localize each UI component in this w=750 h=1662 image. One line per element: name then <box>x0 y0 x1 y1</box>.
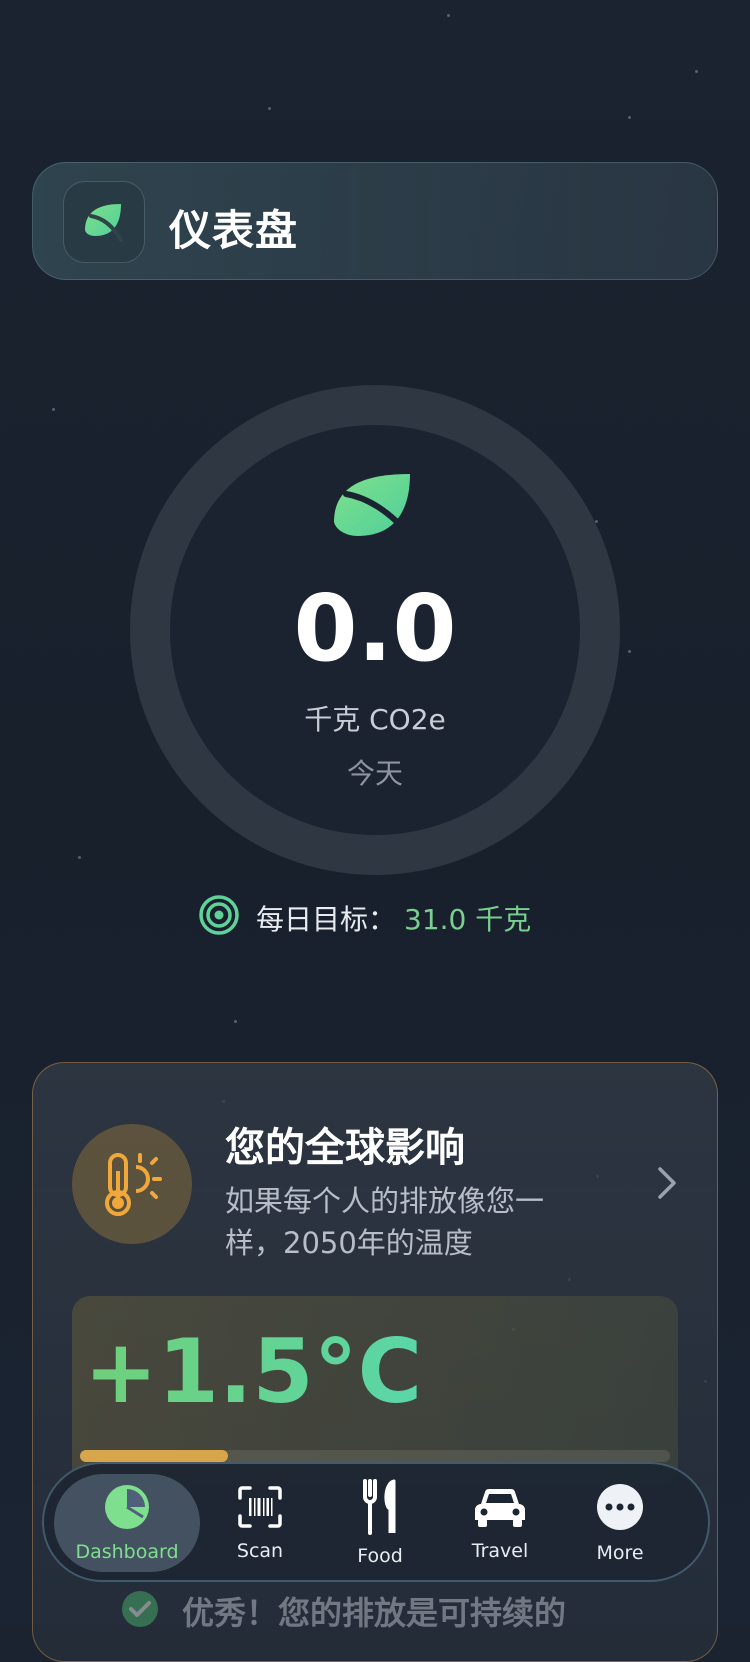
barcode-scan-icon <box>236 1484 284 1534</box>
tab-dashboard[interactable]: Dashboard <box>54 1474 200 1572</box>
emission-period: 今天 <box>346 757 403 790</box>
emission-unit: 千克 CO2e <box>304 703 446 736</box>
impact-subtitle: 如果每个人的排放像您一样，2050年的温度 <box>225 1184 545 1260</box>
bottom-tab-bar: Dashboard Scan Food Travel More <box>42 1462 710 1582</box>
goal-label: 每日目标： <box>256 903 397 936</box>
page-title: 仪表盘 <box>169 206 299 255</box>
tab-travel[interactable]: Travel <box>440 1474 560 1572</box>
leaf-icon <box>63 181 145 263</box>
temperature-value: +1.5°C <box>84 1320 423 1423</box>
goal-value: 31.0 千克 <box>404 903 532 936</box>
leaf-icon <box>330 470 420 550</box>
temperature-progress-fill <box>80 1450 228 1462</box>
tab-scan[interactable]: Scan <box>200 1474 320 1572</box>
pie-chart-icon <box>103 1483 151 1535</box>
thermometer-sun-icon <box>72 1124 192 1244</box>
temperature-progress <box>80 1450 670 1462</box>
impact-status-text: 优秀！您的排放是可持续的 <box>182 1594 567 1632</box>
car-icon <box>471 1484 529 1534</box>
emission-value: 0.0 <box>293 575 457 682</box>
tab-label: Food <box>357 1545 403 1567</box>
dashboard-header: 仪表盘 <box>32 162 718 280</box>
tab-label: Scan <box>236 1540 284 1562</box>
tab-more[interactable]: More <box>560 1474 680 1572</box>
more-icon <box>595 1482 645 1536</box>
chevron-right-icon[interactable] <box>655 1165 679 1205</box>
impact-status: 优秀！您的排放是可持续的 <box>120 1588 566 1634</box>
target-icon <box>198 894 240 943</box>
daily-goal: 每日目标： 31.0 千克 <box>198 894 532 943</box>
impact-title: 您的全球影响 <box>225 1125 465 1171</box>
tab-label: Dashboard <box>75 1541 179 1563</box>
tab-label: Travel <box>471 1540 529 1562</box>
tab-food[interactable]: Food <box>320 1474 440 1572</box>
tab-label: More <box>596 1542 644 1564</box>
fork-knife-icon <box>360 1479 400 1539</box>
check-circle-icon <box>120 1589 160 1633</box>
